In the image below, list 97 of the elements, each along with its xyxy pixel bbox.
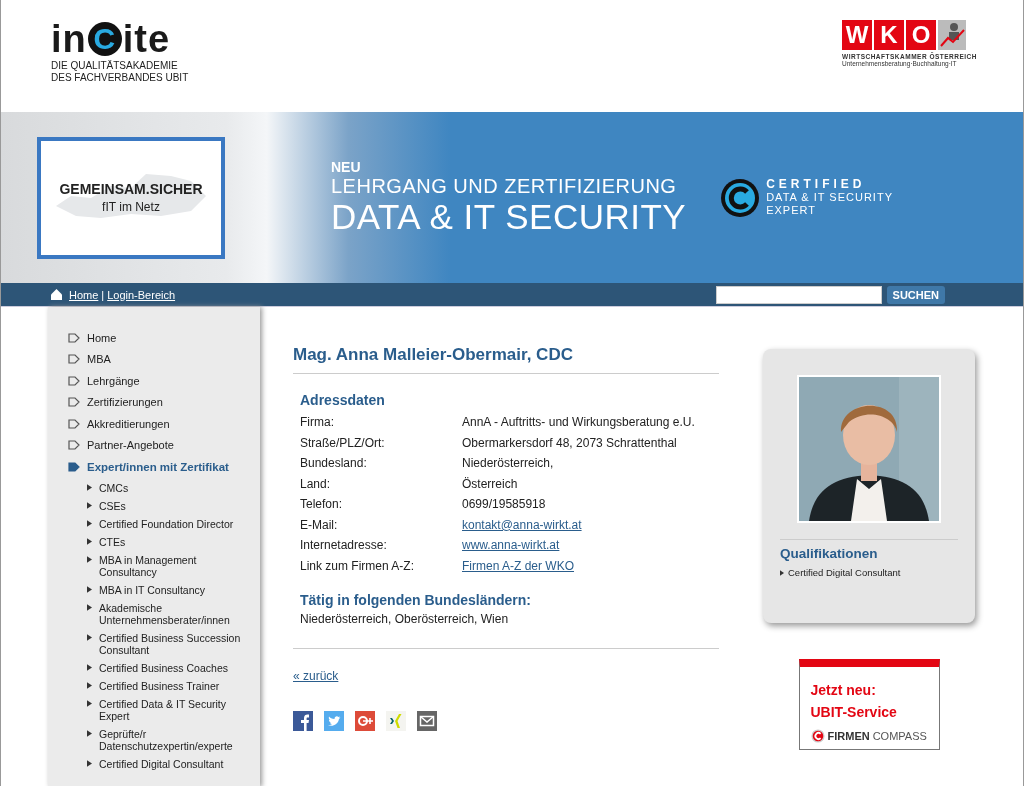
tag-icon [68, 375, 80, 386]
logo-tagline: DES FACHVERBANDES UBIT [51, 72, 189, 84]
sidebar-subitem[interactable]: CTEs [87, 535, 260, 548]
home-icon [51, 289, 62, 300]
field-label: Bundesland: [300, 456, 368, 471]
qualification-item[interactable]: Certified Digital Consultant [788, 567, 901, 578]
banner-kicker: NEU [331, 159, 362, 175]
field-label: Firma: [300, 415, 335, 430]
facebook-icon[interactable] [293, 711, 313, 731]
field-label: Telefon: [300, 497, 344, 512]
back-link[interactable]: « zurück [293, 669, 339, 683]
field-link[interactable]: Firmen A-Z der WKO [462, 558, 574, 573]
logo-tagline: DIE QUALITÄTSAKADEMIE [51, 60, 179, 72]
sidebar-item[interactable]: Expert/innen mit Zertifikat [68, 456, 260, 478]
sidebar-subitem[interactable]: CMCs [87, 481, 260, 494]
triangle-icon [87, 585, 92, 593]
email-icon[interactable] [417, 711, 437, 731]
c-logo-icon [720, 177, 761, 218]
sidebar-subitem[interactable]: Certified Business Succession Consultant [87, 631, 260, 656]
profile-name: Mag. Anna Malleier-Obermair, CDC [293, 345, 719, 374]
section-heading: Adressdaten [300, 392, 386, 408]
promo-banner[interactable]: Jetzt neu: UBIT-Service FIRMEN COMPASS [798, 659, 940, 750]
field-value: Obermarkersdorf 48, 2073 Schrattenthal [462, 435, 677, 450]
certification-text: EXPERT [766, 204, 817, 217]
campaign-badge[interactable]: GEMEINSAM.SICHER fIT im Netz [37, 136, 225, 259]
promo-text: Jetzt neu: [810, 681, 877, 700]
breadcrumb-link[interactable]: Home [69, 288, 99, 301]
triangle-icon [87, 537, 92, 545]
regions-text: Niederösterreich, Oberösterreich, Wien [300, 612, 510, 626]
breadcrumb-link[interactable]: Login-Bereich [107, 288, 176, 301]
sidebar-subitem[interactable]: Akademische Unternehmensberater/innen [87, 601, 260, 626]
sidebar-subitem[interactable]: Certified Business Coaches [87, 661, 260, 674]
triangle-icon [87, 519, 92, 527]
google-plus-icon[interactable] [355, 711, 375, 731]
field-label: Internetadresse: [300, 538, 388, 553]
tag-icon [68, 397, 80, 408]
sidebar-item[interactable]: Partner-Angebote [68, 434, 260, 456]
tag-icon [68, 332, 80, 343]
triangle-icon [780, 569, 784, 576]
badge-title: GEMEINSAM.SICHER [59, 181, 203, 197]
certification-text: DATA & IT SECURITY [766, 191, 893, 204]
sidebar-subitem[interactable]: Certified Digital Consultant [87, 757, 260, 770]
logo-wordmark[interactable]: in C ite [51, 18, 189, 60]
logo-letter: K [874, 20, 905, 50]
sidebar-subitem[interactable]: Certified Business Trainer [87, 679, 260, 692]
triangle-icon [87, 603, 92, 611]
triangle-icon [87, 501, 92, 509]
brand-name: COMPASS [872, 730, 927, 742]
field-value: AnnA - Auftritts- und Wirkungsberatung e.U. [462, 415, 695, 430]
triangle-icon [87, 759, 92, 767]
sidebar-item[interactable]: Akkreditierungen [68, 413, 260, 435]
chart-person-icon [938, 20, 967, 50]
tag-icon [68, 440, 80, 451]
sidebar-subitem[interactable]: MBA in IT Consultancy [87, 583, 260, 596]
sidebar-subitem[interactable]: CSEs [87, 499, 260, 512]
field-value: 0699/19585918 [462, 497, 546, 512]
card-heading: Qualifikationen [780, 546, 879, 561]
brand-name: FIRMEN [827, 730, 870, 742]
breadcrumb-separator: | [101, 288, 105, 301]
triangle-icon [87, 633, 92, 641]
triangle-icon [87, 699, 92, 707]
banner-title: DATA & IT SECURITY [331, 198, 687, 236]
tag-icon [68, 354, 80, 365]
triangle-icon [87, 681, 92, 689]
field-value: Niederösterreich, [462, 456, 554, 471]
c-logo-icon [810, 729, 825, 743]
field-link[interactable]: kontakt@anna-wirkt.at [462, 517, 582, 532]
triangle-icon [87, 663, 92, 671]
certification-text: CERTIFIED [766, 178, 867, 191]
search-button[interactable]: SUCHEN [886, 285, 945, 304]
field-link[interactable]: www.anna-wirkt.at [462, 538, 560, 553]
sidebar-item[interactable]: MBA [68, 348, 260, 370]
badge-subtitle: fIT im Netz [102, 200, 160, 214]
field-label: Straße/PLZ/Ort: [300, 435, 386, 450]
sidebar-subitem[interactable]: Certified Foundation Director [87, 517, 260, 530]
logo-letter: O [906, 20, 937, 50]
triangle-icon [87, 555, 92, 563]
sidebar-item[interactable]: Lehrgänge [68, 370, 260, 392]
sidebar-subitem[interactable]: Certified Data & IT Security Expert [87, 697, 260, 722]
sidebar-subitem[interactable]: Geprüfte/r Datenschutzexpertin/experte [87, 727, 260, 752]
section-heading: Tätig in folgenden Bundesländern: [300, 592, 532, 608]
banner-subtitle: LEHRGANG UND ZERTIFIZIERUNG [331, 175, 678, 198]
sidebar-item[interactable]: Zertifizierungen [68, 391, 260, 413]
sidebar-subitem[interactable]: MBA in Management Consultancy [87, 553, 260, 578]
sidebar-item[interactable]: Home [68, 327, 260, 349]
field-value: Österreich [462, 476, 518, 491]
triangle-icon [87, 483, 92, 491]
field-label: Link zum Firmen A-Z: [300, 558, 416, 573]
field-label: Land: [300, 476, 332, 491]
triangle-icon [87, 729, 92, 737]
logo-letter: W [842, 20, 873, 50]
xing-icon[interactable] [386, 711, 406, 731]
search-field[interactable] [715, 285, 882, 304]
tag-icon [68, 418, 80, 429]
tag-icon [68, 461, 80, 472]
field-label: E-Mail: [300, 517, 339, 532]
promo-text: UBIT-Service [810, 703, 898, 722]
